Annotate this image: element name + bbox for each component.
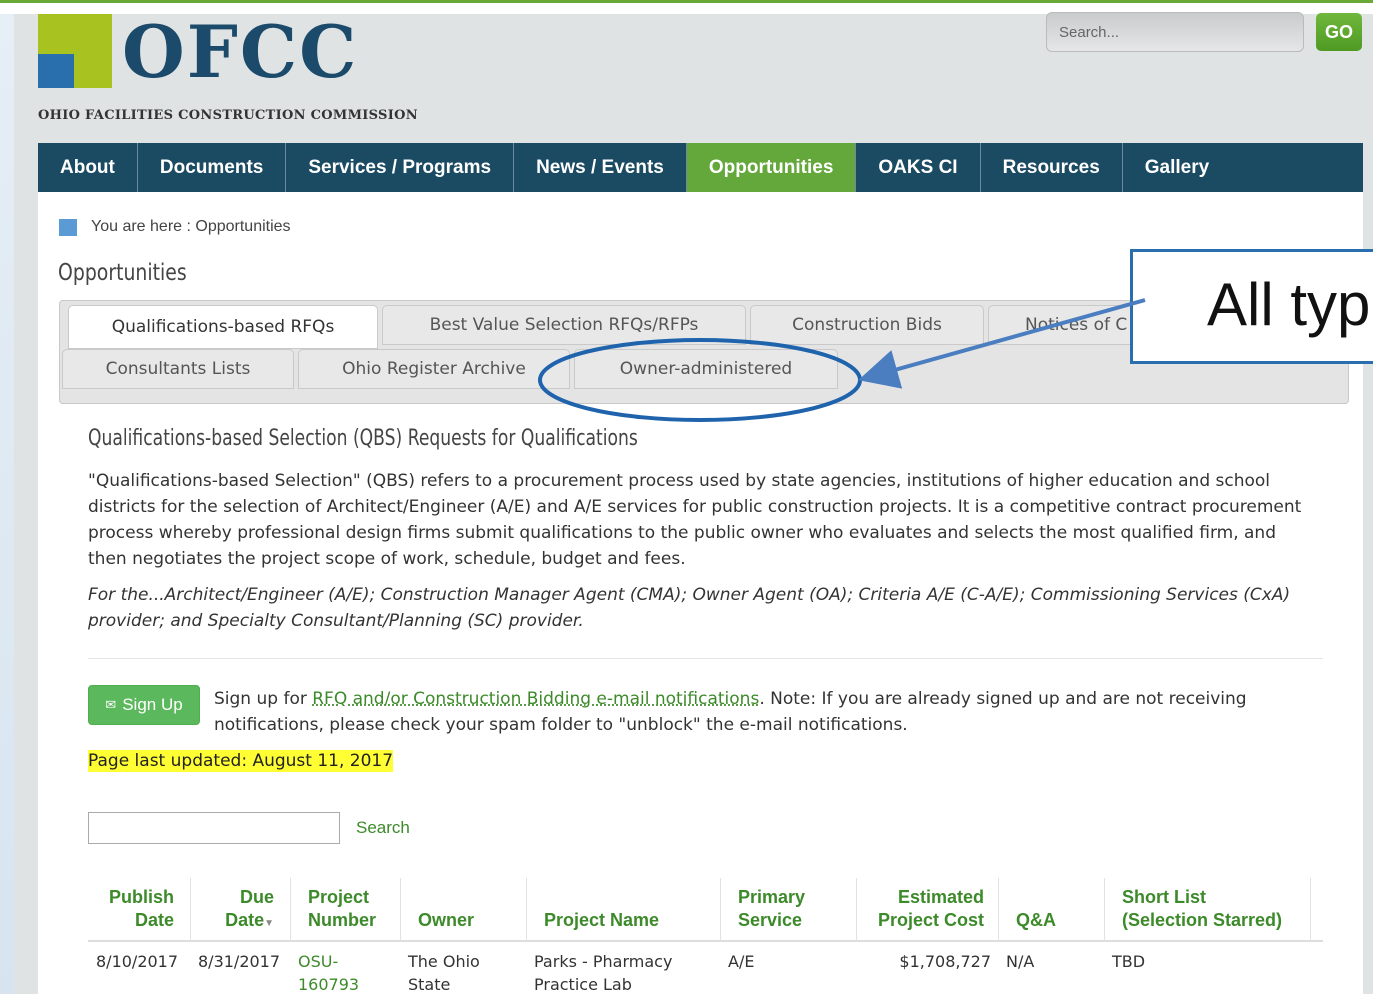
th-project-number[interactable]: Project Number (308, 886, 376, 932)
nav-resources[interactable]: Resources (981, 143, 1123, 192)
ofcc-logo[interactable]: OFCC OHIO FACILITIES CONSTRUCTION COMMIS… (38, 10, 458, 134)
table-search-button[interactable]: Search (356, 818, 410, 838)
cell-qa: N/A (1006, 952, 1035, 971)
nav-news-events[interactable]: News / Events (514, 143, 687, 192)
search-go-button[interactable]: GO (1316, 13, 1362, 51)
th-qa[interactable]: Q&A (1016, 909, 1056, 932)
nav-documents[interactable]: Documents (138, 143, 287, 192)
cell-primary-service: A/E (728, 952, 755, 971)
tab-construction-bids[interactable]: Construction Bids (750, 305, 984, 345)
nav-oaks-ci[interactable]: OAKS CI (856, 143, 981, 192)
th-short-list[interactable]: Short List (Selection Starred) (1122, 886, 1282, 932)
main-nav: About Documents Services / Programs News… (38, 143, 1363, 192)
cell-project-number-link[interactable]: OSU- 160793 (298, 950, 359, 994)
nav-gallery[interactable]: Gallery (1123, 143, 1231, 192)
cell-publish-date: 8/10/2017 (96, 952, 179, 971)
annotation-text: All typ (1207, 271, 1371, 338)
envelope-icon: ✉ (105, 697, 117, 712)
signup-text-before: Sign up for (214, 689, 313, 709)
signup-note: Sign up for RFQ and/or Construction Bidd… (214, 686, 1294, 738)
cell-estimated-cost: $1,708,727 (899, 952, 991, 971)
nav-opportunities[interactable]: Opportunities (686, 143, 857, 192)
th-publish-date[interactable]: Publish Date (108, 886, 174, 932)
divider (88, 658, 1323, 659)
th-primary-service[interactable]: Primary Service (738, 886, 805, 932)
th-owner[interactable]: Owner (418, 909, 474, 932)
sign-up-label: Sign Up (122, 695, 183, 714)
logo-mark-icon (38, 14, 112, 88)
nav-about[interactable]: About (38, 143, 138, 192)
tab-ohio-register-archive[interactable]: Ohio Register Archive (298, 349, 570, 389)
sort-desc-icon: ▼ (264, 918, 274, 929)
section-title: Qualifications-based Selection (QBS) Req… (88, 426, 638, 451)
tab-best-value[interactable]: Best Value Selection RFQs/RFPs (382, 305, 746, 345)
page-title: Opportunities (58, 260, 187, 286)
tab-qualifications-rfqs[interactable]: Qualifications-based RFQs (68, 305, 378, 349)
qbs-description: "Qualifications-based Selection" (QBS) r… (88, 471, 1302, 569)
cell-project-name: Parks - Pharmacy Practice Lab (534, 952, 673, 994)
last-updated: Page last updated: August 11, 2017 (88, 750, 394, 772)
th-estimated-cost[interactable]: Estimated Project Cost (874, 886, 984, 932)
tab-consultants-lists[interactable]: Consultants Lists (62, 349, 294, 389)
breadcrumb-square-icon (59, 219, 77, 236)
cell-short-list: TBD (1112, 952, 1146, 971)
nav-services-programs[interactable]: Services / Programs (286, 143, 515, 192)
notifications-link[interactable]: RFQ and/or Construction Bidding e-mail n… (312, 689, 759, 709)
sign-up-button[interactable]: ✉ Sign Up (88, 685, 200, 725)
table-search-input[interactable] (88, 812, 340, 844)
cell-owner: The Ohio State (408, 952, 480, 994)
cell-due-date: 8/31/2017 (198, 952, 281, 971)
th-due-date[interactable]: Due Date▼ (206, 886, 274, 935)
left-edge-stripe (0, 0, 14, 994)
breadcrumb: You are here : Opportunities (91, 218, 291, 235)
qbs-applicability: For the...Architect/Engineer (A/E); Cons… (88, 585, 1291, 631)
logo-text: OFCC (122, 9, 359, 94)
tab-owner-administered[interactable]: Owner-administered (574, 349, 838, 389)
site-search-input[interactable] (1046, 12, 1304, 52)
table-header: Publish Date Due Date▼ Project Number Owner… (88, 876, 1323, 942)
th-project-name[interactable]: Project Name (544, 909, 659, 932)
logo-subtitle: OHIO FACILITIES CONSTRUCTION COMMISSION (38, 108, 418, 123)
opportunities-table: Publish Date Due Date▼ Project Number Owner… (88, 876, 1323, 994)
table-row: 8/10/2017 8/31/2017 OSU- 160793 The Ohio S… (88, 942, 1323, 994)
